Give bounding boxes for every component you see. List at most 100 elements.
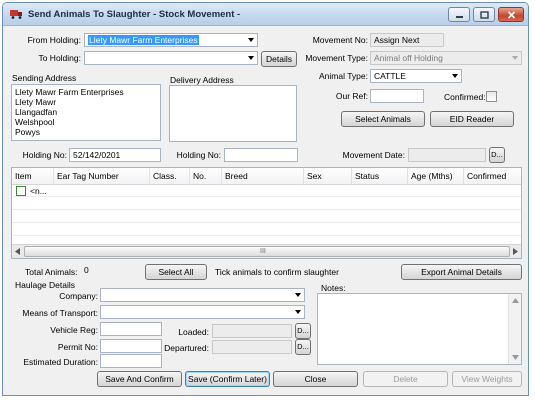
notes-label: Notes: [321,283,346,293]
movement-type-select: Animal off Holding [370,51,522,65]
haulage-details-label: Haulage Details [15,280,76,290]
vehicle-reg-label: Vehicle Reg: [50,325,98,335]
truck-icon [10,10,22,19]
departured-date-picker-button[interactable]: D... [295,339,311,355]
maximize-icon [479,10,489,19]
estimated-duration-input[interactable] [100,354,162,368]
minimize-button[interactable] [448,7,470,22]
tick-instruction-text: Tick animals to confirm slaughter [215,267,339,277]
scroll-thumb[interactable]: III [24,246,510,257]
permit-no-input[interactable] [100,339,162,353]
close-icon [507,10,515,19]
column-header[interactable]: Class. [150,168,190,185]
total-animals-value: 0 [84,265,89,275]
holding-no-label: Holding No: [22,150,67,160]
notes-textarea[interactable] [317,293,522,365]
loaded-date-picker-button[interactable]: D... [295,323,311,339]
departured-date-field [212,340,292,354]
delivery-address-box[interactable] [169,85,297,142]
column-header[interactable]: Age (Mths) [408,168,464,185]
delete-button[interactable]: Delete [363,371,448,387]
sending-address-box[interactable]: Llety Mawr Farm Enterprises Llety Mawr L… [11,84,161,141]
to-holding-select[interactable] [84,51,258,65]
sending-address-line: Llety Mawr Farm Enterprises [15,87,124,97]
close-button[interactable]: Close [273,371,358,387]
column-header[interactable]: Status [352,168,408,185]
scroll-grip: III [260,248,266,255]
to-holding-label: To Holding: [38,53,81,63]
view-weights-button[interactable]: View Weights [452,371,522,387]
close-window-button[interactable] [498,7,524,22]
delivery-address-label: Delivery Address [170,75,234,85]
chevron-down-icon [512,56,518,60]
title-bar: Send Animals To Slaughter - Stock Moveme… [3,3,528,26]
table-row[interactable]: <n... [12,185,521,197]
sending-address-line: Llangadfan [15,107,58,117]
select-animals-button[interactable]: Select Animals [341,111,425,127]
save-confirm-later-button[interactable]: Save (Confirm Later) [185,371,270,387]
company-label: Company: [59,291,98,301]
loaded-date-field [212,324,292,338]
notes-vertical-scrollbar[interactable] [508,294,521,364]
movement-date-picker-button[interactable]: D... [489,147,505,163]
our-ref-input[interactable] [370,89,424,103]
chevron-down-icon [295,293,301,297]
delivery-holding-no-input[interactable] [224,148,298,162]
select-all-button[interactable]: Select All [145,264,207,280]
row-checkbox[interactable] [16,186,26,196]
from-holding-select[interactable]: Llety Mawr Farm Enterprises [84,33,258,47]
delivery-holding-no-label: Holding No: [176,150,221,160]
movement-type-value: Animal off Holding [374,53,443,63]
maximize-button[interactable] [473,7,495,22]
save-and-confirm-button[interactable]: Save And Confirm [97,371,182,387]
eid-reader-button[interactable]: EID Reader [430,111,514,127]
animals-grid[interactable]: Item Ear Tag Number Class. No. Breed Sex… [11,167,522,259]
vehicle-reg-input[interactable] [100,322,162,336]
confirmed-checkbox[interactable] [486,91,497,102]
window-title: Send Animals To Slaughter - Stock Moveme… [28,9,241,20]
scroll-down-icon[interactable] [512,355,519,360]
chevron-down-icon [295,310,301,314]
stock-movement-window: Send Animals To Slaughter - Stock Moveme… [2,2,529,396]
chevron-down-icon [452,74,458,78]
permit-no-label: Permit No: [57,342,98,352]
sending-address-line: Powys [15,127,41,137]
sending-address-line: Llety Mawr [15,97,57,107]
movement-date-field [408,148,486,162]
scroll-right-icon[interactable] [512,248,518,255]
scroll-left-icon[interactable] [15,248,21,255]
sending-address-label: Sending Address [12,73,77,83]
means-of-transport-select[interactable] [100,305,305,319]
table-row [12,211,521,223]
movement-no-label: Movement No: [312,35,368,45]
grid-header: Item Ear Tag Number Class. No. Breed Sex… [12,168,521,185]
column-header[interactable]: No. [190,168,222,185]
column-header[interactable]: Breed [222,168,304,185]
column-header[interactable]: Ear Tag Number [54,168,150,185]
loaded-label: Loaded: [178,327,209,337]
company-select[interactable] [100,288,305,302]
confirmed-label: Confirmed: [444,92,486,102]
details-button[interactable]: Details [261,51,297,67]
holding-no-input[interactable]: 52/142/0201 [69,148,161,162]
animal-type-select[interactable]: CATTLE [370,69,462,83]
from-holding-label: From Holding: [27,35,81,45]
chevron-down-icon [248,56,254,60]
means-of-transport-label: Means of Transport: [22,308,98,318]
scroll-up-icon[interactable] [512,298,519,303]
estimated-duration-label: Estimated Duration: [23,357,98,367]
our-ref-label: Our Ref: [335,91,368,101]
sending-address-line: Welshpool [15,117,55,127]
movement-date-label: Movement Date: [342,150,405,160]
horizontal-scrollbar[interactable]: III [12,244,521,258]
table-row [12,224,521,236]
departured-label: Departured: [164,343,209,353]
chevron-down-icon [248,38,254,42]
column-header[interactable]: Item [12,168,54,185]
minimize-icon [455,15,463,18]
movement-type-label: Movement Type: [305,53,368,63]
column-header[interactable]: Sex [304,168,352,185]
export-animal-details-button[interactable]: Export Animal Details [401,264,522,280]
column-header[interactable]: Confirmed [464,168,521,185]
movement-no-field: Assign Next [370,33,444,47]
